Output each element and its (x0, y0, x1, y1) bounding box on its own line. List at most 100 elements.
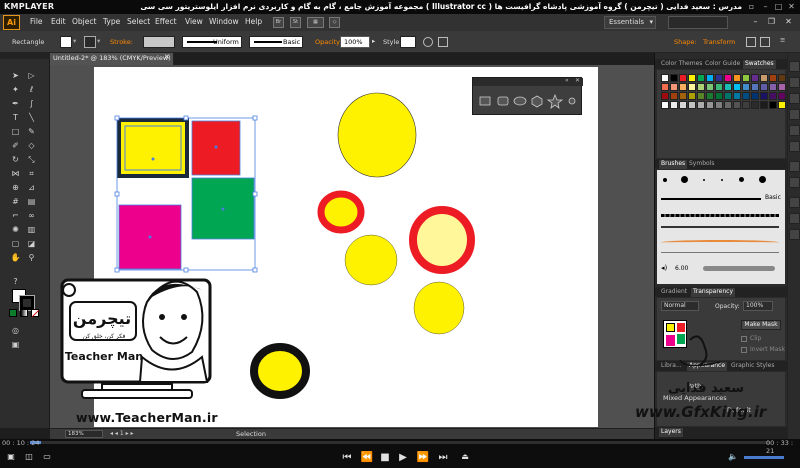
artboards-panel-icon[interactable] (789, 177, 800, 188)
swatch[interactable] (760, 74, 768, 82)
next-icon[interactable]: ⏭ (436, 452, 450, 463)
swatch[interactable] (724, 92, 732, 100)
swatch[interactable] (742, 74, 750, 82)
stroke-panel-icon[interactable] (789, 93, 800, 104)
swatch[interactable] (715, 101, 723, 109)
transparency-opacity-input[interactable]: 100% (743, 301, 773, 311)
swatch[interactable] (706, 74, 714, 82)
swatch[interactable] (661, 74, 669, 82)
swatch[interactable] (769, 74, 777, 82)
forward-icon[interactable]: ⏩ (416, 452, 430, 463)
swatch[interactable] (688, 101, 696, 109)
zoom-input[interactable]: 183% (65, 430, 103, 438)
swatch[interactable] (679, 83, 687, 91)
swatch[interactable] (706, 101, 714, 109)
swatch[interactable] (679, 101, 687, 109)
ellipse-icon[interactable] (513, 96, 527, 106)
align-panel-icon[interactable] (789, 197, 800, 208)
swatch[interactable] (733, 101, 741, 109)
swatch[interactable] (733, 92, 741, 100)
black-ring-circle[interactable] (250, 343, 310, 399)
swatch[interactable] (688, 83, 696, 91)
swatch[interactable] (697, 74, 705, 82)
star-icon[interactable] (546, 93, 564, 109)
collapse-icon[interactable]: « (565, 77, 569, 84)
flare-icon[interactable] (568, 97, 576, 105)
small-red-ring-circle[interactable] (317, 190, 365, 234)
swatch[interactable] (661, 92, 669, 100)
previous-icon[interactable]: ⏮ (340, 452, 354, 463)
play-icon[interactable]: ▶ (396, 452, 410, 463)
swatch[interactable] (670, 101, 678, 109)
swatch[interactable] (715, 83, 723, 91)
swatch[interactable] (769, 101, 777, 109)
swatch[interactable] (733, 83, 741, 91)
tab-color-themes[interactable]: Color Themes (659, 60, 704, 67)
make-mask-button[interactable]: Make Mask (741, 320, 781, 330)
yellow-circle-middle[interactable] (344, 234, 398, 286)
tab-color-guide[interactable]: Color Guide (703, 60, 742, 67)
swatch[interactable] (697, 92, 705, 100)
stop-icon[interactable]: ■ (378, 452, 392, 463)
swatch[interactable] (697, 101, 705, 109)
swatch[interactable] (706, 83, 714, 91)
artboard-nav-icon[interactable]: ◂ ◂ 1 ▸ ▸ (110, 430, 134, 437)
volume-slider[interactable] (744, 456, 784, 459)
palette-close-icon[interactable]: ✕ (575, 77, 580, 84)
gradient-panel-icon[interactable] (789, 109, 800, 120)
swatch[interactable] (760, 101, 768, 109)
rectangle-icon[interactable] (479, 96, 491, 106)
volume-icon[interactable]: 🔈 (726, 452, 740, 461)
tab-swatches[interactable]: Swatches (743, 60, 776, 69)
swatch[interactable] (697, 83, 705, 91)
large-red-ring-circle[interactable] (409, 206, 475, 274)
player-menu-icon[interactable]: ▣ (4, 452, 18, 461)
swatch[interactable] (715, 92, 723, 100)
swatch[interactable] (715, 74, 723, 82)
swatch[interactable] (778, 83, 786, 91)
seek-bar[interactable] (30, 441, 770, 444)
swatch[interactable] (670, 92, 678, 100)
swatch[interactable] (679, 74, 687, 82)
swatch[interactable] (724, 83, 732, 91)
swatch[interactable] (724, 101, 732, 109)
swatch[interactable] (688, 92, 696, 100)
yellow-circle-bottom[interactable] (413, 281, 465, 335)
tab-brushes[interactable]: Brushes (659, 160, 688, 169)
yellow-square[interactable] (117, 118, 189, 178)
swatch[interactable] (760, 92, 768, 100)
swatch[interactable] (733, 74, 741, 82)
swatch[interactable] (688, 74, 696, 82)
swatch[interactable] (679, 92, 687, 100)
layers-panel-icon[interactable] (789, 161, 800, 172)
swatch[interactable] (778, 101, 786, 109)
player-settings-icon[interactable]: ◫ (22, 452, 36, 461)
large-yellow-circle[interactable] (337, 92, 417, 178)
player-3d-icon[interactable]: ▭ (40, 452, 54, 461)
swatch[interactable] (769, 83, 777, 91)
swatch[interactable] (670, 74, 678, 82)
swatch[interactable] (778, 92, 786, 100)
swatch[interactable] (706, 92, 714, 100)
swatch[interactable] (769, 92, 777, 100)
status-label[interactable]: Selection (236, 430, 266, 438)
swatch[interactable] (751, 83, 759, 91)
swatch[interactable] (751, 101, 759, 109)
swatch[interactable] (778, 74, 786, 82)
rewind-icon[interactable]: ⏪ (360, 452, 374, 463)
swatch[interactable] (751, 92, 759, 100)
polygon-icon[interactable] (531, 95, 543, 108)
palette-header[interactable]: « ✕ (473, 77, 583, 86)
swatch[interactable] (670, 83, 678, 91)
blend-mode-select[interactable]: Normal (661, 301, 699, 311)
transparency-panel-icon[interactable] (789, 125, 800, 136)
rounded-rectangle-icon[interactable] (497, 96, 509, 106)
transform-panel-icon[interactable] (789, 229, 800, 240)
swatch[interactable] (742, 83, 750, 91)
pathfinder-panel-icon[interactable] (789, 213, 800, 224)
tab-gradient[interactable]: Gradient (659, 288, 689, 295)
tab-symbols[interactable]: Symbols (687, 160, 716, 167)
tab-layers[interactable]: Layers (659, 428, 683, 437)
swatch[interactable] (760, 83, 768, 91)
swatch[interactable] (661, 83, 669, 91)
